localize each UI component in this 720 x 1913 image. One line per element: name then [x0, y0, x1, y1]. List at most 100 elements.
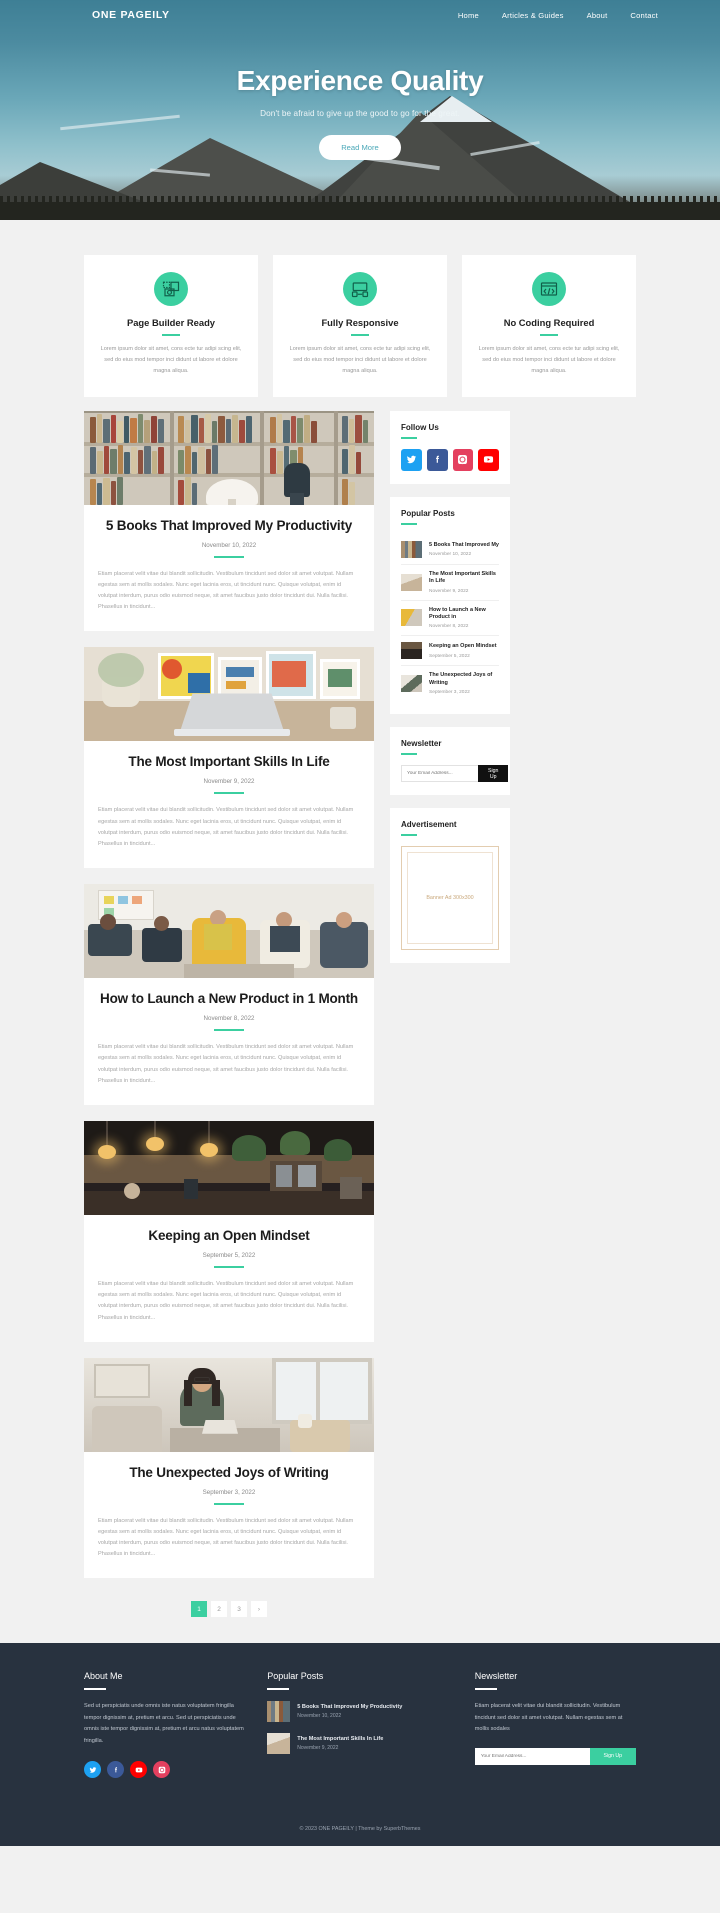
top-navigation: ONE PAGEILY Home Articles & Guides About… — [0, 0, 720, 21]
widget-newsletter: Newsletter Sign Up — [390, 727, 510, 796]
nav-item-about[interactable]: About — [587, 11, 608, 20]
nav-item-contact[interactable]: Contact — [630, 11, 658, 20]
ad-banner-inner: Banner Ad 300x300 — [407, 852, 493, 945]
team-meeting-office-photo[interactable] — [84, 884, 374, 979]
cafe-interior-photo[interactable] — [84, 1120, 374, 1215]
footer-divider — [84, 1688, 106, 1691]
popular-post-item[interactable]: The Most Important Skills In Life Novemb… — [401, 565, 499, 601]
twitter-icon[interactable] — [401, 448, 422, 471]
feature-text: Lorem ipsum dolor sit amet, cons ecte tu… — [100, 346, 242, 374]
widget-divider — [401, 753, 417, 756]
newsletter-email-input[interactable] — [401, 765, 478, 783]
post-divider — [214, 792, 244, 795]
bookshelf-library-photo[interactable] — [84, 410, 374, 505]
nav-links: Home Articles & Guides About Contact — [458, 11, 658, 20]
post-list: 5 Books That Improved My Productivity No… — [84, 410, 374, 1644]
page-root: ONE PAGEILY Home Articles & Guides About… — [0, 0, 720, 1847]
popular-post-title: Keeping an Open Mindset — [429, 643, 497, 650]
widget-title: Follow Us — [401, 422, 439, 432]
widget-title: Advertisement — [401, 820, 457, 830]
facebook-icon[interactable] — [426, 448, 448, 471]
post-thumbnail — [401, 540, 422, 558]
pagination-page-3[interactable]: 3 — [231, 1601, 247, 1618]
social-links — [401, 448, 499, 471]
post-thumbnail — [401, 609, 422, 627]
feature-text: Lorem ipsum dolor sit amet, cons ecte tu… — [289, 346, 431, 374]
popular-post-date: November 8, 2022 — [429, 624, 469, 630]
post-thumbnail — [267, 1733, 291, 1755]
woman-writing-desk-photo[interactable] — [84, 1357, 374, 1452]
feature-card-responsive: Fully Responsive Lorem ipsum dolor sit a… — [273, 255, 447, 397]
footer-about-text: Sed ut perspiciatis unde omnis iste natu… — [84, 1703, 244, 1744]
post-divider — [214, 1502, 244, 1505]
footer-newsletter-email-input[interactable] — [474, 1747, 590, 1765]
site-footer: About Me Sed ut perspiciatis unde omnis … — [0, 1643, 720, 1847]
post-title[interactable]: The Most Important Skills In Life — [98, 754, 360, 769]
post-title[interactable]: How to Launch a New Product in 1 Month — [98, 991, 360, 1006]
desk-laptop-artwork-photo[interactable] — [84, 647, 374, 742]
post-thumbnail — [401, 573, 422, 591]
footer-newsletter-signup-button[interactable]: Sign Up — [589, 1747, 636, 1765]
popular-post-item[interactable]: The Unexpected Joys of Writing September… — [401, 666, 499, 701]
footer-popular-title: 5 Books That Improved My Productivity — [297, 1704, 403, 1711]
site-brand[interactable]: ONE PAGEILY — [92, 9, 170, 21]
nav-item-home[interactable]: Home — [458, 11, 479, 20]
instagram-icon[interactable] — [153, 1761, 170, 1779]
footer-popular-date: November 9, 2022 — [297, 1745, 339, 1752]
pagination: 1 2 3 › — [84, 1594, 374, 1643]
feature-title: No Coding Required — [503, 317, 595, 328]
post-title[interactable]: 5 Books That Improved My Productivity — [98, 518, 360, 533]
instagram-icon[interactable] — [452, 448, 474, 471]
pagination-page-2[interactable]: 2 — [211, 1601, 227, 1618]
footer-divider — [267, 1688, 290, 1691]
footer-popular-item[interactable]: 5 Books That Improved My Productivity No… — [267, 1701, 452, 1723]
feature-title: Page Builder Ready — [126, 317, 216, 328]
popular-post-date: November 10, 2022 — [429, 551, 472, 557]
popular-post-item[interactable]: How to Launch a New Product in November … — [401, 601, 499, 637]
widget-title: Popular Posts — [401, 508, 455, 518]
post-excerpt: Etiam placerat velit vitae dui blandit s… — [98, 1517, 354, 1558]
post-body: 5 Books That Improved My Productivity No… — [84, 505, 374, 632]
post-card: Keeping an Open Mindset September 5, 202… — [84, 1120, 374, 1342]
footer-newsletter-form: Sign Up — [474, 1747, 636, 1765]
post-date: September 3, 2022 — [202, 1488, 256, 1496]
twitter-icon[interactable] — [84, 1761, 101, 1779]
post-title[interactable]: Keeping an Open Mindset — [98, 1228, 360, 1243]
hero-read-more-button[interactable]: Read More — [319, 135, 401, 160]
pagination-page-1[interactable]: 1 — [191, 1601, 207, 1618]
widget-advertisement: Advertisement Banner Ad 300x300 — [390, 808, 510, 964]
popular-post-date: November 9, 2022 — [429, 588, 469, 594]
pagination-next[interactable]: › — [251, 1601, 267, 1618]
widget-title: Newsletter — [401, 739, 442, 749]
hero-title: Experience Quality — [236, 65, 484, 96]
footer-popular-date: November 10, 2022 — [297, 1713, 342, 1720]
popular-post-item[interactable]: 5 Books That Improved My November 10, 20… — [401, 535, 499, 565]
post-thumbnail — [401, 675, 422, 693]
facebook-icon[interactable] — [107, 1761, 124, 1779]
post-excerpt: Etiam placerat velit vitae dui blandit s… — [98, 1044, 354, 1084]
post-title[interactable]: The Unexpected Joys of Writing — [98, 1465, 360, 1480]
feature-divider — [540, 334, 558, 336]
nav-item-articles[interactable]: Articles & Guides — [502, 11, 564, 20]
footer-popular-item[interactable]: The Most Important Skills In Life Novemb… — [267, 1733, 452, 1755]
popular-post-item[interactable]: Keeping an Open Mindset September 5, 202… — [401, 636, 499, 667]
newsletter-signup-button[interactable]: Sign Up — [478, 765, 509, 783]
post-thumbnail — [267, 1701, 291, 1723]
footer-column-title: Popular Posts — [267, 1671, 324, 1682]
widget-divider — [401, 834, 417, 837]
ad-banner[interactable]: Banner Ad 300x300 — [401, 846, 499, 951]
feature-card-page-builder: Page Builder Ready Lorem ipsum dolor sit… — [84, 255, 258, 397]
footer-newsletter-column: Newsletter Etiam placerat velit vitae du… — [474, 1671, 636, 1778]
post-card: How to Launch a New Product in 1 Month N… — [84, 884, 374, 1105]
footer-popular-column: Popular Posts 5 Books That Improved My P… — [267, 1671, 452, 1778]
hero-subtitle: Don't be afraid to give up the good to g… — [260, 109, 460, 118]
post-excerpt: Etiam placerat velit vitae dui blandit s… — [98, 807, 354, 848]
feature-card-no-coding: No Coding Required Lorem ipsum dolor sit… — [462, 255, 636, 397]
hero-section: ONE PAGEILY Home Articles & Guides About… — [0, 0, 720, 234]
youtube-icon[interactable] — [130, 1761, 147, 1779]
post-thumbnail — [401, 642, 422, 660]
newsletter-form: Sign Up — [401, 765, 509, 783]
youtube-icon[interactable] — [478, 448, 499, 471]
footer-column-title: About Me — [84, 1671, 123, 1682]
post-body: The Most Important Skills In Life Novemb… — [84, 741, 374, 868]
